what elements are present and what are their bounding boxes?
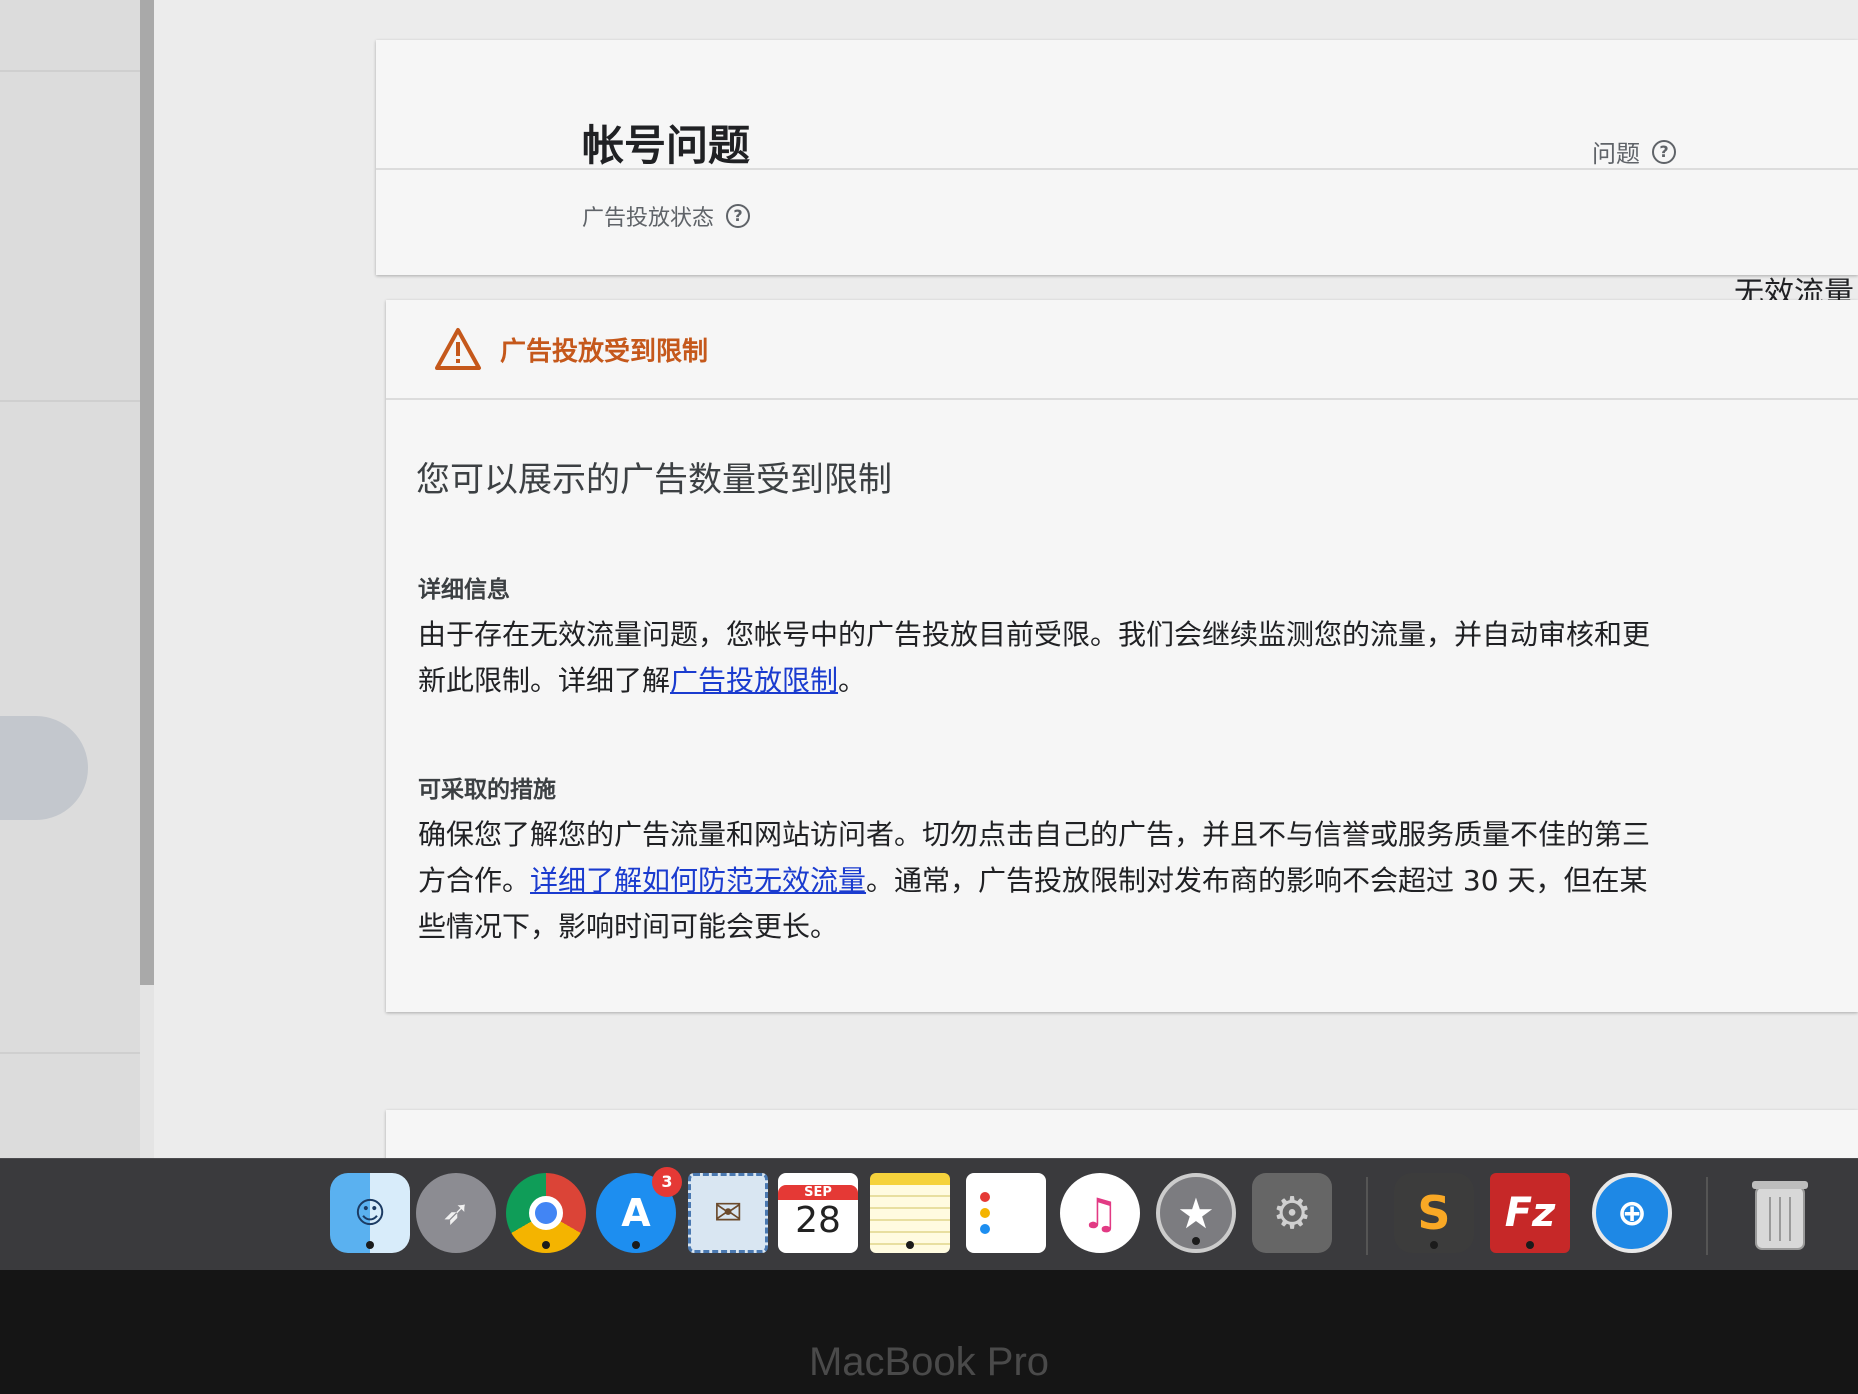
launchpad-icon[interactable]: ➶ — [416, 1173, 496, 1253]
calendar-month: SEP — [778, 1185, 858, 1200]
laptop-bezel: MacBook Pro — [0, 1270, 1858, 1394]
details-text-end: 。 — [838, 664, 867, 697]
running-indicator — [542, 1241, 550, 1249]
card-title: 帐号问题 — [582, 121, 751, 170]
safari-icon[interactable]: ⊕ — [1592, 1173, 1672, 1253]
actions-text: 确保您了解您的广告流量和网站访问者。切勿点击自己的广告，并且不与信誉或服务质量不… — [418, 812, 1658, 950]
banner-text: 广告投放受到限制 — [500, 336, 709, 367]
imovie-icon[interactable]: ★ — [1156, 1173, 1236, 1253]
running-indicator — [1192, 1237, 1200, 1245]
sublime-text-icon[interactable]: S — [1394, 1173, 1474, 1253]
nav-divider — [0, 70, 140, 72]
finder-icon[interactable]: ☺ — [330, 1173, 410, 1253]
nav-divider — [0, 1052, 140, 1054]
details-title: 详细信息 — [418, 577, 510, 603]
calendar-icon[interactable]: SEP 28 — [778, 1173, 858, 1253]
dock-separator — [1366, 1177, 1368, 1255]
issue-label: 问题 — [1592, 140, 1640, 168]
running-indicator — [632, 1241, 640, 1249]
main-content: 帐号问题 问题 ? 广告投放状态 ? 无效流量问题 广告投放受到限制 您可以展示… — [154, 0, 1858, 1170]
running-indicator — [1526, 1241, 1534, 1249]
issue-column-header: 问题 ? — [1592, 134, 1676, 169]
help-icon[interactable]: ? — [1652, 139, 1676, 164]
filezilla-icon[interactable]: Fz — [1490, 1173, 1570, 1253]
running-indicator — [906, 1241, 914, 1249]
dock-separator — [1706, 1177, 1708, 1255]
warning-icon — [435, 328, 481, 370]
actions-title: 可采取的措施 — [418, 777, 556, 803]
bezel-label: MacBook Pro — [808, 1340, 1050, 1384]
music-icon[interactable]: ♫ — [1060, 1173, 1140, 1253]
ad-serving-limited-card: 广告投放受到限制 您可以展示的广告数量受到限制 详细信息 由于存在无效流量问题，… — [386, 300, 1858, 1012]
running-indicator — [1430, 1241, 1438, 1249]
nav-item-selected[interactable] — [0, 716, 88, 820]
status-label: 广告投放状态 — [582, 206, 715, 231]
nav-divider — [0, 400, 140, 402]
dock: ☺ ➶ A 3 ✉ SEP 28 ♫ ★ ⚙ S Fz ⊕ — [0, 1158, 1858, 1270]
warning-banner: 广告投放受到限制 — [386, 300, 1858, 400]
left-navigation — [0, 0, 140, 1160]
trash-can-icon — [1752, 1181, 1808, 1250]
ad-serving-limits-link[interactable]: 广告投放限制 — [670, 664, 838, 697]
ad-serving-status-header: 广告投放状态 ? — [582, 200, 751, 232]
trash-icon[interactable] — [1740, 1173, 1820, 1253]
card-divider — [376, 168, 1858, 170]
calendar-day: 28 — [795, 1200, 841, 1241]
app-store-icon[interactable]: A 3 — [596, 1167, 682, 1253]
notes-icon[interactable] — [870, 1173, 950, 1253]
headline: 您可以展示的广告数量受到限制 — [416, 460, 892, 500]
reminders-icon[interactable] — [966, 1173, 1046, 1253]
prevent-invalid-traffic-link[interactable]: 详细了解如何防范无效流量 — [530, 864, 866, 897]
chrome-icon[interactable] — [506, 1173, 586, 1253]
help-icon[interactable]: ? — [726, 204, 751, 228]
details-text: 由于存在无效流量问题，您帐号中的广告投放目前受限。我们会继续监测您的流量，并自动… — [418, 612, 1658, 704]
details-text-start: 由于存在无效流量问题，您帐号中的广告投放目前受限。我们会继续监测您的流量，并自动… — [418, 618, 1651, 697]
system-preferences-icon[interactable]: ⚙ — [1252, 1173, 1332, 1253]
notification-badge: 3 — [652, 1167, 682, 1197]
account-issues-card: 帐号问题 问题 ? 广告投放状态 ? — [376, 40, 1858, 275]
nav-border — [140, 0, 154, 985]
mail-icon[interactable]: ✉ — [688, 1173, 768, 1253]
running-indicator — [366, 1241, 374, 1249]
